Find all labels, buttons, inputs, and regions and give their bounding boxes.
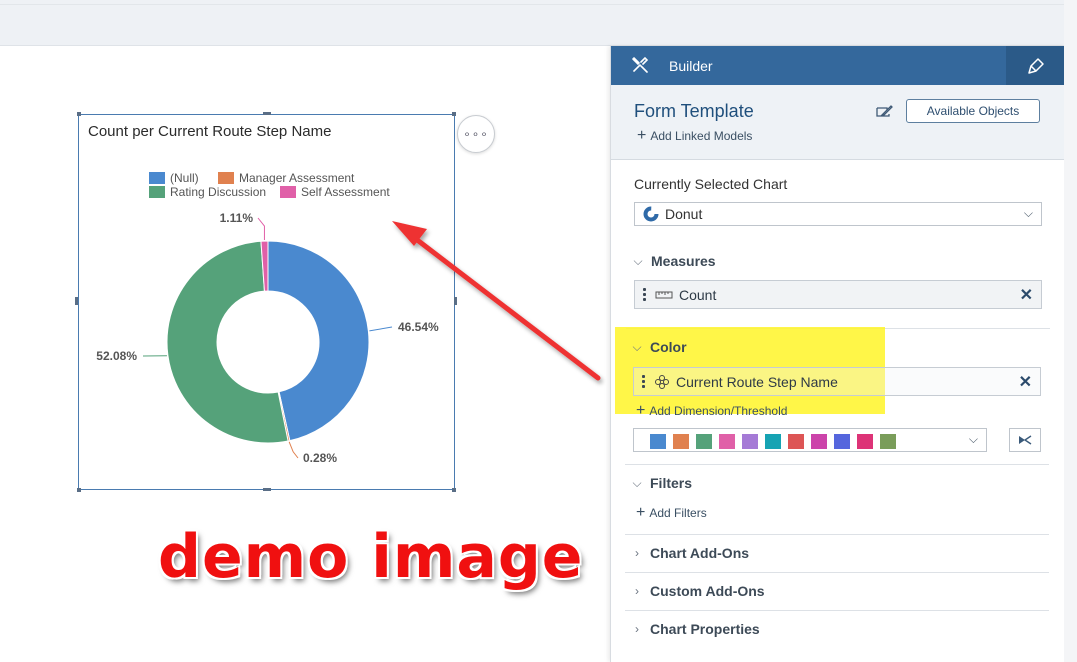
color-palette-select[interactable]: ⌵ bbox=[633, 428, 987, 452]
donut-chart-icon bbox=[643, 206, 659, 222]
chevron-down-icon: ⌵ bbox=[633, 253, 643, 268]
available-objects-button[interactable]: Available Objects bbox=[906, 99, 1040, 123]
palette-swatch bbox=[696, 434, 712, 449]
measure-token-label: Count bbox=[679, 286, 717, 303]
filters-section-header[interactable]: ⌵ Filters bbox=[630, 475, 692, 491]
builder-title: Builder bbox=[669, 58, 713, 74]
chevron-down-icon: ⌵ bbox=[632, 339, 642, 354]
add-linked-models-label: Add Linked Models bbox=[650, 129, 753, 143]
measure-ruler-icon bbox=[655, 291, 673, 298]
chevron-right-icon: › bbox=[635, 584, 639, 598]
palette-swatch bbox=[880, 434, 896, 449]
edit-icon[interactable] bbox=[875, 104, 893, 120]
measures-label: Measures bbox=[651, 253, 716, 269]
palette-settings-button[interactable] bbox=[1009, 428, 1041, 452]
remove-measure-icon[interactable]: ✕ bbox=[1020, 285, 1033, 305]
dimension-icon bbox=[655, 374, 669, 389]
drag-handle-icon[interactable] bbox=[642, 375, 646, 388]
chart-properties-label: Chart Properties bbox=[650, 621, 760, 637]
color-dimension-label: Current Route Step Name bbox=[676, 373, 838, 390]
palette-swatch bbox=[834, 434, 850, 449]
color-section-header[interactable]: ⌵ Color bbox=[630, 339, 687, 355]
chevron-down-icon: ⌵ bbox=[1023, 206, 1033, 220]
custom-addons-label: Custom Add-Ons bbox=[650, 583, 765, 599]
palette-swatch bbox=[765, 434, 781, 449]
color-label: Color bbox=[650, 339, 687, 355]
tools-icon bbox=[632, 56, 649, 73]
plus-icon: + bbox=[636, 402, 646, 419]
measures-section-header[interactable]: ⌵ Measures bbox=[631, 253, 716, 269]
chevron-down-icon: ⌵ bbox=[968, 432, 978, 446]
chevron-right-icon: › bbox=[635, 622, 639, 636]
add-filters-label: Add Filters bbox=[649, 506, 707, 520]
palette-swatch bbox=[857, 434, 873, 449]
drag-handle-icon[interactable] bbox=[643, 288, 647, 301]
measure-token-count[interactable]: Count ✕ bbox=[634, 280, 1042, 309]
demo-watermark: demo image bbox=[158, 522, 584, 592]
add-dimension-link[interactable]: + Add Dimension/Threshold bbox=[636, 402, 787, 420]
add-linked-models-link[interactable]: + Add Linked Models bbox=[637, 127, 752, 145]
window-edge bbox=[1064, 0, 1077, 662]
chart-addons-label: Chart Add-Ons bbox=[650, 545, 750, 561]
palette-swatch bbox=[650, 434, 666, 449]
builder-header: Builder bbox=[611, 46, 1065, 85]
form-template-section: Form Template + Add Linked Models Availa… bbox=[611, 85, 1065, 160]
currently-selected-chart-label: Currently Selected Chart bbox=[634, 176, 788, 192]
chart-type-value: Donut bbox=[665, 206, 703, 222]
chart-addons-section-header[interactable]: › Chart Add-Ons bbox=[630, 545, 749, 561]
palette-swatch bbox=[811, 434, 827, 449]
chart-properties-section-header[interactable]: › Chart Properties bbox=[630, 621, 760, 637]
palette-swatch bbox=[742, 434, 758, 449]
plus-icon: + bbox=[636, 504, 646, 521]
plus-icon: + bbox=[637, 127, 647, 144]
color-dimension-token[interactable]: Current Route Step Name ✕ bbox=[633, 367, 1041, 396]
filters-label: Filters bbox=[650, 475, 693, 491]
paint-brush-icon bbox=[1027, 57, 1044, 74]
chevron-right-icon: › bbox=[635, 546, 639, 560]
chart-type-select[interactable]: Donut ⌵ bbox=[634, 202, 1042, 226]
custom-addons-section-header[interactable]: › Custom Add-Ons bbox=[630, 583, 765, 599]
form-template-title: Form Template bbox=[634, 101, 754, 121]
palette-swatch bbox=[673, 434, 689, 449]
remove-dimension-icon[interactable]: ✕ bbox=[1019, 372, 1032, 392]
add-filters-link[interactable]: + Add Filters bbox=[636, 504, 707, 522]
palette-swatch bbox=[788, 434, 804, 449]
chevron-down-icon: ⌵ bbox=[632, 475, 642, 490]
palette-swatch bbox=[719, 434, 735, 449]
palette-settings-icon bbox=[1019, 435, 1032, 445]
styling-tab-button[interactable] bbox=[1006, 46, 1065, 85]
add-dimension-label: Add Dimension/Threshold bbox=[649, 404, 788, 418]
